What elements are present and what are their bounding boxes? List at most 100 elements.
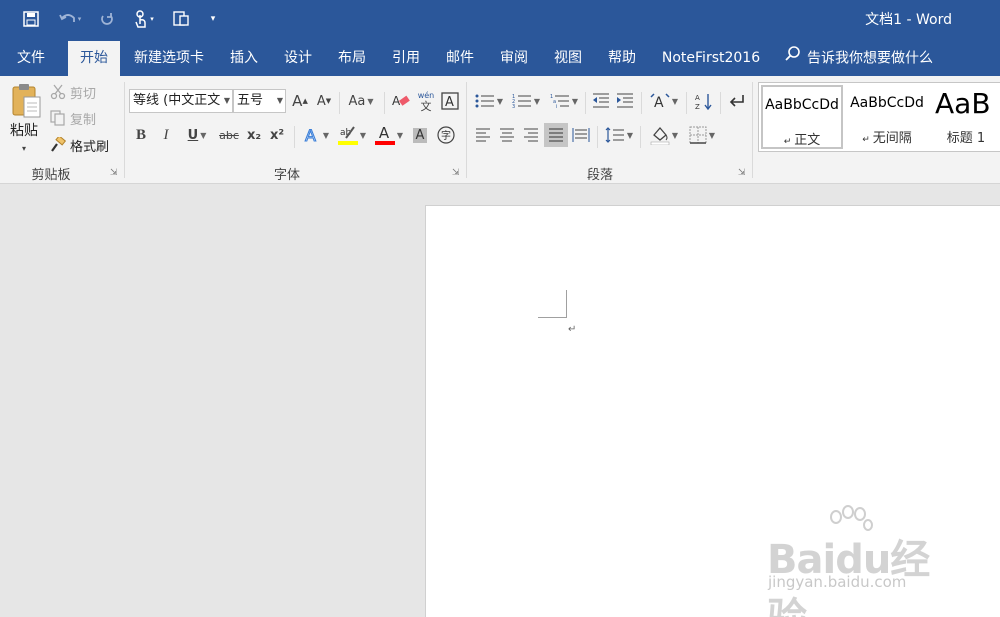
multilevel-list-button[interactable]: 1 a i ▼	[546, 90, 582, 112]
svg-text:Z: Z	[695, 103, 700, 110]
copy-icon	[50, 110, 66, 126]
line-spacing-button[interactable]: ▼	[602, 124, 636, 146]
tell-me-text: 告诉我你想要做什么	[807, 50, 933, 67]
tab-file[interactable]: 文件	[6, 41, 56, 76]
shrink-font-button[interactable]: A ▼	[314, 90, 334, 112]
separator	[720, 92, 721, 114]
char-shading-label: A	[412, 127, 428, 143]
paste-icon[interactable]	[6, 82, 46, 120]
tab-insert[interactable]: 插入	[222, 41, 266, 76]
baidu-watermark: Baidu经验 jingyan.baidu.com	[762, 505, 962, 617]
tab-review[interactable]: 审阅	[492, 41, 536, 76]
styles-gallery: AaBbCcDd ↵ 正文 AaBbCcDd ↵ 无间隔 AaB 标题 1	[758, 82, 1000, 152]
svg-text:A: A	[654, 95, 664, 109]
shading-button[interactable]: ▼	[646, 123, 682, 147]
asian-layout-button[interactable]: A ▼	[646, 90, 682, 112]
tab-layout[interactable]: 布局	[330, 41, 374, 76]
style-preview: AaBbCcDd	[765, 97, 839, 113]
grow-font-button[interactable]: A ▲	[290, 90, 310, 112]
show-marks-icon[interactable]	[724, 90, 748, 112]
paste-button[interactable]: 粘贴	[4, 120, 44, 140]
tab-help[interactable]: 帮助	[600, 41, 644, 76]
increase-indent-icon[interactable]	[614, 90, 636, 112]
style-no-spacing[interactable]: AaBbCcDd ↵ 无间隔	[847, 85, 927, 149]
paragraph-launcher-icon[interactable]: ⇲	[738, 168, 748, 178]
font-size-value: 五号	[237, 93, 264, 108]
style-normal[interactable]: AaBbCcDd ↵ 正文	[761, 85, 843, 149]
tab-new-tab[interactable]: 新建选项卡	[128, 41, 210, 76]
group-divider	[466, 82, 467, 178]
highlighter-icon: ab	[337, 124, 358, 146]
separator	[384, 92, 385, 114]
tell-me-search[interactable]: 告诉我你想要做什么	[785, 41, 933, 76]
tab-view[interactable]: 视图	[546, 41, 590, 76]
separator	[339, 92, 340, 114]
character-shading-icon[interactable]: A	[410, 124, 430, 146]
tab-mailings[interactable]: 邮件	[438, 41, 482, 76]
style-preview: AaBbCcDd	[850, 95, 924, 111]
style-name: ↵ 无间隔	[862, 131, 912, 146]
tab-design[interactable]: 设计	[276, 41, 320, 76]
title-bar: ▾ ▾ ▾ 文档1 - Word	[0, 0, 1000, 38]
svg-text:i: i	[556, 104, 557, 109]
format-painter-button[interactable]: 格式刷	[50, 134, 118, 156]
svg-text:A: A	[445, 95, 454, 110]
justify-icon[interactable]	[544, 123, 568, 147]
window-title: 文档1 - Word	[865, 12, 952, 28]
underline-button[interactable]: U ▼	[180, 124, 214, 146]
tab-notefirst[interactable]: NoteFirst2016	[656, 41, 766, 76]
font-size-combo[interactable]: 五号 ▼	[233, 89, 286, 113]
change-case-button[interactable]: Aa ▼	[344, 90, 378, 112]
ribbon: 粘贴 ▾ 剪切 复制 格式刷 剪贴板 ⇲ 等线 (中文正文 ▼ 五号 ▼ A ▲ A ▼…	[0, 76, 1000, 184]
save-icon[interactable]	[20, 8, 42, 30]
grow-font-icon: A	[292, 92, 303, 110]
subscript-button[interactable]: x₂	[243, 124, 265, 146]
strikethrough-button[interactable]: abc	[217, 124, 241, 146]
font-launcher-icon[interactable]: ⇲	[452, 168, 462, 178]
customize-icon[interactable]: ▾	[205, 8, 221, 30]
redo-icon[interactable]	[96, 8, 118, 30]
text-effects-button[interactable]: A ▼	[300, 123, 332, 147]
align-center-icon[interactable]	[496, 124, 518, 146]
separator	[597, 126, 598, 148]
italic-button[interactable]: I	[156, 124, 176, 146]
decrease-indent-icon[interactable]	[590, 90, 612, 112]
align-left-icon[interactable]	[472, 124, 494, 146]
borders-button[interactable]: ▼	[684, 124, 720, 146]
print-preview-icon[interactable]	[170, 8, 192, 30]
distributed-icon[interactable]	[570, 124, 592, 146]
font-group-label: 字体	[273, 168, 300, 183]
align-right-icon[interactable]	[520, 124, 542, 146]
tab-references[interactable]: 引用	[384, 41, 428, 76]
sort-icon[interactable]: AZ	[692, 90, 716, 112]
paste-dropdown[interactable]: ▾	[16, 142, 32, 154]
watermark-text: Baidu经验	[767, 537, 930, 617]
character-border-icon[interactable]: A	[440, 90, 460, 112]
font-color-button[interactable]: A ▼	[372, 123, 406, 147]
paragraph-group-label: 段落	[586, 168, 613, 183]
separator	[585, 92, 586, 114]
copy-button[interactable]: 复制	[50, 107, 112, 129]
cut-button[interactable]: 剪切	[50, 81, 112, 103]
format-painter-label: 格式刷	[70, 139, 110, 155]
phonetic-char: 文	[420, 100, 432, 113]
style-heading-1[interactable]: AaB 标题 1	[931, 85, 1000, 149]
undo-icon[interactable]: ▾	[55, 8, 85, 30]
tab-home[interactable]: 开始	[68, 41, 120, 76]
phonetic-guide-icon[interactable]: wén 文	[416, 89, 436, 113]
style-name: 标题 1	[946, 131, 986, 146]
clear-formatting-icon[interactable]: A	[390, 90, 412, 112]
margin-corner-mark	[538, 317, 567, 318]
scissors-icon	[50, 84, 66, 100]
clipboard-launcher-icon[interactable]: ⇲	[110, 168, 120, 178]
bullets-button[interactable]: ▼	[472, 90, 506, 112]
touch-mode-icon[interactable]: ▾	[128, 8, 160, 30]
style-name: ↵ 正文	[783, 133, 821, 148]
numbering-button[interactable]: 1 2 3 ▼	[508, 90, 544, 112]
superscript-button[interactable]: x²	[266, 124, 288, 146]
enclose-characters-icon[interactable]: 字	[435, 124, 457, 146]
bold-button[interactable]: B	[131, 124, 151, 146]
highlight-button[interactable]: ab ▼	[335, 123, 369, 147]
font-name-combo[interactable]: 等线 (中文正文 ▼	[129, 89, 233, 113]
paragraph-mark: ↵	[568, 324, 577, 335]
